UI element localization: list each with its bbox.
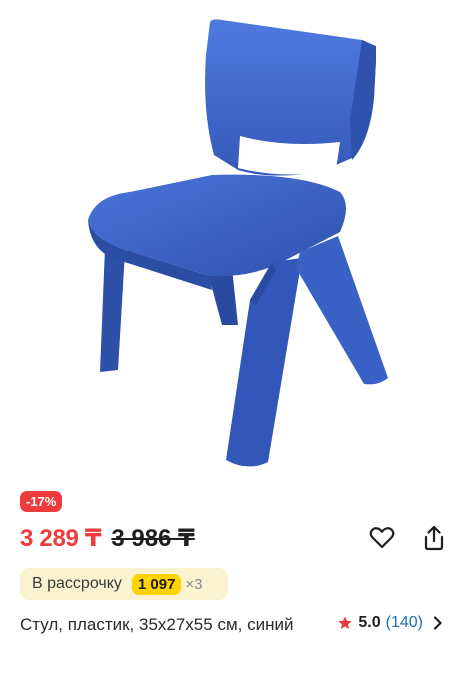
rating-value: 5.0 bbox=[358, 614, 381, 631]
installment-amount: 1 097 bbox=[131, 573, 182, 595]
installment-plan[interactable]: В рассрочку 1 097 ×3 bbox=[20, 568, 228, 600]
product-title[interactable]: Стул, пластик, 35x27x55 см, синий bbox=[20, 613, 310, 637]
product-actions bbox=[367, 523, 449, 553]
price-old: 3 986 ₸ bbox=[111, 525, 195, 552]
chevron-right-icon bbox=[433, 616, 442, 630]
installment-label: В рассрочку bbox=[32, 575, 122, 592]
favorite-button[interactable] bbox=[367, 523, 397, 553]
rating-count: (140) bbox=[385, 614, 423, 631]
price-row: 3 289 ₸ 3 986 ₸ bbox=[20, 524, 195, 553]
star-icon bbox=[338, 616, 353, 629]
share-icon bbox=[424, 525, 444, 551]
share-button[interactable] bbox=[419, 523, 449, 553]
heart-icon bbox=[369, 527, 395, 549]
installment-times: ×3 bbox=[185, 575, 203, 593]
product-image[interactable] bbox=[0, 0, 471, 480]
discount-badge: -17% bbox=[20, 491, 63, 512]
rating-link[interactable]: 5.0 (140) bbox=[337, 614, 443, 632]
price-current: 3 289 ₸ bbox=[20, 525, 102, 552]
